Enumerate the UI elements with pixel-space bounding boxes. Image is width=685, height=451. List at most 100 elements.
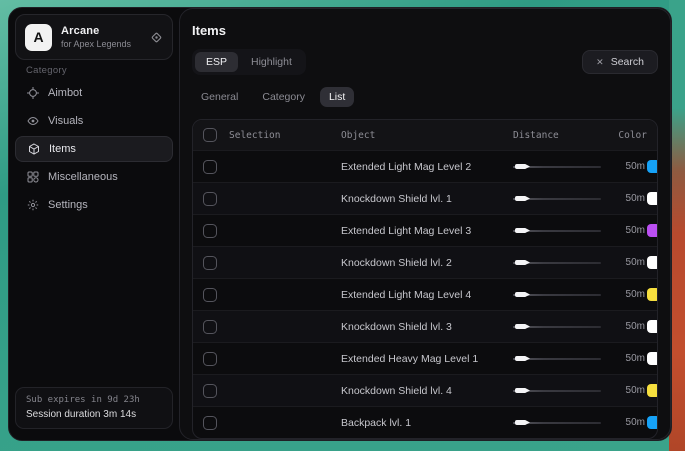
toolbar: ESP Highlight ✕ Search: [192, 49, 658, 75]
object-label: Knockdown Shield lvl. 1: [341, 193, 513, 205]
column-header-distance: Distance: [513, 130, 605, 141]
distance-slider[interactable]: [513, 225, 601, 237]
table-row: Extended Heavy Mag Level 1 50m: [193, 342, 657, 374]
items-table: Selection Object Distance Color Extended…: [192, 119, 658, 439]
row-checkbox[interactable]: [203, 288, 217, 302]
row-checkbox[interactable]: [203, 256, 217, 270]
distance-value: 50m: [605, 385, 647, 396]
distance-slider[interactable]: [513, 417, 601, 429]
table-row: Knockdown Shield lvl. 4 50m: [193, 374, 657, 406]
search-button-label: Search: [611, 56, 644, 68]
object-label: Extended Heavy Mag Level 1: [341, 353, 513, 365]
page-title: Items: [192, 23, 658, 38]
color-swatch[interactable]: [647, 384, 658, 397]
color-swatch[interactable]: [647, 416, 658, 429]
distance-value: 50m: [605, 257, 647, 268]
sidebar-item-aimbot[interactable]: Aimbot: [15, 80, 173, 106]
distance-value: 50m: [605, 161, 647, 172]
slider-handle[interactable]: [515, 420, 530, 425]
object-label: Backpack lvl. 1: [341, 417, 513, 429]
distance-slider[interactable]: [513, 385, 601, 397]
object-label: Knockdown Shield lvl. 2: [341, 257, 513, 269]
app-subtitle: for Apex Legends: [61, 39, 141, 49]
row-checkbox[interactable]: [203, 416, 217, 430]
sidebar-item-label: Miscellaneous: [48, 171, 118, 183]
app-title: Arcane: [61, 25, 141, 37]
slider-handle[interactable]: [515, 196, 530, 201]
tab-esp[interactable]: ESP: [195, 52, 238, 72]
app-logo: A: [25, 24, 52, 51]
main-panel: Items ESP Highlight ✕ Search General Cat…: [179, 8, 671, 440]
pin-icon[interactable]: [150, 31, 163, 44]
gear-icon: [26, 199, 39, 211]
object-label: Extended Light Mag Level 4: [341, 289, 513, 301]
color-swatch[interactable]: [647, 352, 658, 365]
sidebar-item-miscellaneous[interactable]: Miscellaneous: [15, 164, 173, 190]
slider-handle[interactable]: [515, 324, 530, 329]
color-swatch[interactable]: [647, 160, 658, 173]
column-header-color: Color: [605, 130, 647, 141]
object-label: Knockdown Shield lvl. 4: [341, 385, 513, 397]
subscription-info: Sub expires in 9d 23h Session duration 3…: [15, 387, 173, 429]
slider-handle[interactable]: [515, 388, 530, 393]
distance-value: 50m: [605, 225, 647, 236]
distance-value: 50m: [605, 417, 647, 428]
sidebar-item-items[interactable]: Items: [15, 136, 173, 162]
crosshair-icon: [26, 87, 39, 99]
distance-slider[interactable]: [513, 161, 601, 173]
app-header: A Arcane for Apex Legends: [15, 14, 173, 60]
tab-category[interactable]: Category: [253, 87, 314, 107]
row-checkbox[interactable]: [203, 192, 217, 206]
table-row: Knockdown Shield lvl. 3 50m: [193, 310, 657, 342]
sidebar-item-visuals[interactable]: Visuals: [15, 108, 173, 134]
distance-slider[interactable]: [513, 193, 601, 205]
table-row: Knockdown Shield lvl. 1 50m: [193, 182, 657, 214]
object-label: Extended Light Mag Level 3: [341, 225, 513, 237]
slider-handle[interactable]: [515, 356, 530, 361]
row-checkbox[interactable]: [203, 384, 217, 398]
tab-list[interactable]: List: [320, 87, 354, 107]
sidebar-item-label: Aimbot: [48, 87, 82, 99]
select-all-checkbox[interactable]: [203, 128, 217, 142]
distance-value: 50m: [605, 321, 647, 332]
row-checkbox[interactable]: [203, 320, 217, 334]
sidebar-item-label: Settings: [48, 199, 88, 211]
row-checkbox[interactable]: [203, 224, 217, 238]
sidebar-nav: Aimbot Visuals Items Miscellaneous: [15, 80, 173, 220]
distance-value: 50m: [605, 289, 647, 300]
eye-icon: [26, 115, 39, 127]
search-button[interactable]: ✕ Search: [582, 50, 658, 74]
table-row: Knockdown Shield lvl. 2 50m: [193, 246, 657, 278]
distance-slider[interactable]: [513, 321, 601, 333]
color-swatch[interactable]: [647, 256, 658, 269]
row-checkbox[interactable]: [203, 352, 217, 366]
slider-handle[interactable]: [515, 260, 530, 265]
table-row: Extended Light Mag Level 3 50m: [193, 214, 657, 246]
slider-handle[interactable]: [515, 164, 530, 169]
object-label: Knockdown Shield lvl. 3: [341, 321, 513, 333]
view-tab-group: General Category List: [192, 87, 658, 107]
slider-handle[interactable]: [515, 228, 530, 233]
color-swatch[interactable]: [647, 192, 658, 205]
color-swatch[interactable]: [647, 288, 658, 301]
tab-general[interactable]: General: [192, 87, 247, 107]
color-swatch[interactable]: [647, 320, 658, 333]
row-checkbox[interactable]: [203, 160, 217, 174]
table-row: Backpack lvl. 1 50m: [193, 406, 657, 438]
color-swatch[interactable]: [647, 224, 658, 237]
table-row: Extended Light Mag Level 2 50m: [193, 150, 657, 182]
distance-slider[interactable]: [513, 257, 601, 269]
slider-handle[interactable]: [515, 292, 530, 297]
sidebar-item-label: Items: [49, 143, 76, 155]
column-header-object: Object: [341, 130, 513, 141]
sub-expiry-text: Sub expires in 9d 23h: [26, 395, 162, 405]
box-icon: [27, 143, 40, 155]
distance-value: 50m: [605, 193, 647, 204]
app-title-block: Arcane for Apex Legends: [61, 25, 141, 49]
sidebar-item-settings[interactable]: Settings: [15, 192, 173, 218]
distance-slider[interactable]: [513, 289, 601, 301]
distance-slider[interactable]: [513, 353, 601, 365]
search-icon: ✕: [596, 57, 604, 68]
tab-highlight[interactable]: Highlight: [240, 52, 303, 72]
table-header-row: Selection Object Distance Color: [193, 120, 657, 150]
